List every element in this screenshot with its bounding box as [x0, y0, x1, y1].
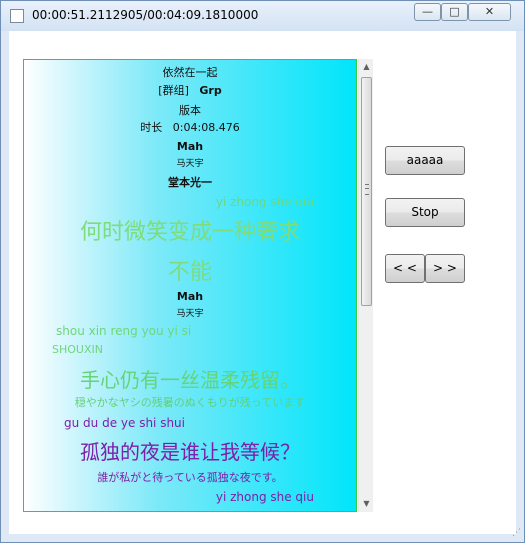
scrollbar-thumb[interactable]: [361, 77, 372, 306]
singer-cn-name-3: 马天宇: [176, 309, 204, 319]
lyric-line-3-translation: 穏やかなヤシの残暑のぬくもりが残っています: [74, 396, 306, 409]
next-button[interactable]: > >: [425, 254, 465, 283]
lyric-line-1: 何时微笑变成一种奢求: [79, 220, 300, 245]
group-name: Grp: [199, 84, 222, 97]
duration-label: 时长: [140, 121, 163, 134]
group-line: [群组] Grp: [24, 82, 356, 98]
stop-button[interactable]: Stop: [385, 198, 465, 227]
grip-icon: [365, 184, 369, 195]
app-icon: [10, 9, 24, 23]
scroll-down-arrow-icon[interactable]: ▼: [359, 496, 374, 512]
minimize-button[interactable]: —: [414, 3, 441, 21]
pinyin-line-5: yi zhong she qiu: [215, 490, 314, 504]
close-button[interactable]: ✕: [468, 3, 511, 21]
singer-name: Mah: [176, 140, 204, 153]
version-label: 版本: [179, 104, 201, 117]
lyric-line-4: 孤独的夜是谁让我等候？: [80, 440, 300, 464]
duration-line: 时长 0:04:08.476: [24, 119, 356, 135]
pinyin-line-4: gu du de ye shi shui: [64, 416, 185, 430]
maximize-button[interactable]: □: [441, 3, 468, 21]
scroll-up-arrow-icon[interactable]: ▲: [359, 59, 374, 75]
song-title: 依然在一起: [162, 66, 218, 79]
pinyin-line-1: yi zhong she qiu: [215, 195, 314, 209]
lyric-line-2: 不能: [167, 260, 212, 285]
group-label: [群组]: [158, 84, 189, 97]
client-area: 依然在一起 [群组] Grp 版本 时长 0:04:08.476 Mah 马天宇…: [9, 31, 516, 534]
singer-cn-name: 马天宇: [176, 159, 204, 169]
window-title: 00:00:51.2112905/00:04:09.1810000: [32, 8, 259, 22]
vertical-scrollbar[interactable]: ▲ ▼: [358, 59, 373, 512]
lyric-line-4-translation: 誰が私がと待っている孤独な夜です。: [97, 471, 283, 484]
lyrics-panel[interactable]: 依然在一起 [群组] Grp 版本 时长 0:04:08.476 Mah 马天宇…: [23, 59, 357, 512]
pinyin-label: SHOUXIN: [52, 343, 103, 356]
pinyin-line-3: shou xin reng you yi si: [56, 324, 192, 338]
duration-value: 0:04:08.476: [172, 121, 240, 134]
lyric-line-3: 手心仍有一丝温柔残留。: [80, 368, 300, 392]
singer-name-3: Mah: [176, 290, 204, 303]
resize-grip-icon[interactable]: ⋰: [510, 528, 521, 539]
singer-name-2: 堂本光一: [168, 176, 212, 189]
title-bar[interactable]: 00:00:51.2112905/00:04:09.1810000 — □ ✕: [1, 1, 524, 31]
app-window: 00:00:51.2112905/00:04:09.1810000 — □ ✕ …: [0, 0, 525, 543]
previous-button[interactable]: < <: [385, 254, 425, 283]
play-button[interactable]: aaaaa: [385, 146, 465, 175]
